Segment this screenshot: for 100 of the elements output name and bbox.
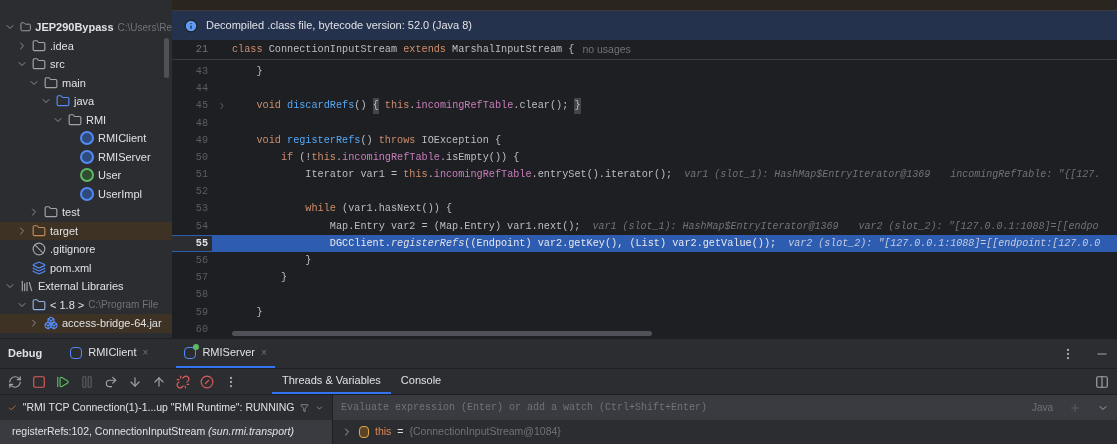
folder-icon — [44, 205, 58, 220]
tree-item[interactable]: External Libraries — [0, 277, 172, 296]
tree-item[interactable]: UserImpl — [0, 184, 172, 203]
tree-item[interactable]: test — [0, 203, 172, 222]
code-token: registerRefs — [390, 236, 465, 251]
line-number: 60 — [194, 322, 209, 337]
tree-label: User — [98, 168, 122, 183]
run-tab[interactable]: RMIServer × — [176, 339, 275, 368]
code-token: registerRefs — [287, 133, 361, 148]
tree-label: RMI — [86, 112, 107, 128]
code-token: Map.Entry var2 = (Map.Entry) var1.next(); — [328, 219, 581, 234]
tree-label: < 1.8 > — [50, 297, 85, 313]
step-over-icon[interactable] — [104, 374, 118, 389]
step-into-icon[interactable] — [128, 374, 142, 389]
tree-item[interactable]: access-bridge-64.jar — [0, 314, 172, 333]
tree-label: RMIClient — [98, 131, 147, 146]
variable-value: {ConnectionInputStream@1084} — [409, 424, 561, 440]
line-number: 57 — [194, 271, 209, 286]
tree-label: target — [50, 223, 79, 239]
code-token: DGCClient. — [328, 236, 391, 251]
inline-value-hint: var2 (slot_2): "[127.0.0.1:1088]=[[endpoint:[127.0.0 — [788, 236, 1101, 251]
code-token: incomingRefTable — [415, 99, 514, 114]
tree-label: src — [50, 57, 65, 72]
code-token: (var1.hasNext()) { — [342, 202, 453, 217]
code-token: (! — [299, 150, 312, 165]
tree-item[interactable]: target — [0, 221, 172, 240]
code-token: IOException { — [421, 133, 502, 148]
pause-icon[interactable] — [80, 374, 94, 389]
library-icon — [20, 279, 34, 294]
scrollbar[interactable] — [164, 38, 169, 78]
code-token: this — [311, 150, 336, 165]
run-tab[interactable]: RMIClient × — [62, 339, 157, 368]
tree-item[interactable]: .idea — [0, 36, 172, 55]
tree-label: External Libraries — [38, 279, 124, 294]
code-token: discardRefs — [287, 99, 355, 114]
code-token: class — [232, 42, 264, 57]
class-icon — [80, 149, 94, 164]
tree-label: access-bridge-64.jar — [62, 316, 162, 331]
tree-item[interactable]: src — [0, 55, 172, 74]
tree-label: .idea — [50, 38, 74, 54]
inline-value-hint: var1 (slot_1): HashMap$EntryIterator@1369 — [592, 219, 839, 234]
code-token: Iterator var1 = — [304, 168, 399, 183]
line-number: 48 — [194, 116, 209, 131]
code-token: void — [255, 99, 282, 114]
equals-sign: = — [397, 424, 404, 440]
tree-item[interactable]: RMIServer — [0, 147, 172, 166]
code-token: this — [383, 99, 410, 114]
banner-text: Decompiled .class file, bytecode version: 52.0 (Java 8) — [206, 18, 472, 34]
line-number: 43 — [194, 64, 209, 79]
folder-icon — [44, 75, 58, 90]
horizontal-scrollbar[interactable] — [232, 331, 652, 336]
tree-item[interactable]: < 1.8 > C:\Program File — [0, 295, 172, 314]
stop-icon[interactable] — [32, 374, 46, 389]
tree-item[interactable]: JEP290Bypass C:\Users\Re — [0, 18, 172, 37]
code-token: } — [255, 305, 263, 320]
line-number: 54 — [194, 219, 209, 234]
path-hint: C:\Users\Re — [117, 20, 172, 35]
code-token: } — [279, 271, 288, 286]
tree-item[interactable]: .gitignore — [0, 240, 172, 259]
interface-icon — [80, 168, 94, 183]
tree-label: JEP290Bypass — [35, 20, 114, 35]
resume-icon[interactable] — [56, 374, 70, 389]
rerun-icon[interactable] — [8, 374, 22, 389]
tree-item[interactable]: User — [0, 166, 172, 185]
code-token: while — [304, 202, 337, 217]
code-token: if — [279, 150, 295, 165]
tree-label: RMIServer — [98, 149, 151, 165]
line-number: 52 — [194, 185, 209, 200]
variable-row[interactable]: this = {ConnectionInputStream@1084} — [333, 420, 1117, 444]
tree-label: .gitignore — [50, 242, 96, 257]
variable-name: this — [375, 424, 392, 440]
tree-item[interactable]: RMIClient — [0, 129, 172, 148]
line-number: 45 — [194, 99, 209, 114]
line-number: 58 — [194, 288, 209, 303]
debug-tab[interactable]: Console — [390, 369, 452, 394]
inline-value-hint: var2 (slot_2): "[127.0.0.1:1088]=[[endpo — [858, 219, 1099, 234]
usages-hint: no usages — [582, 41, 631, 57]
tree-item[interactable]: main — [0, 73, 172, 92]
layout-icon[interactable] — [1095, 374, 1109, 389]
code-token: ((Endpoint) var2.getKey(), (List) var2.getValue()); — [464, 236, 777, 251]
panel-title: Debug — [8, 346, 43, 362]
code-token: void — [255, 133, 282, 148]
line-number: 44 — [194, 82, 209, 97]
step-out-icon[interactable] — [152, 374, 166, 389]
tree-item[interactable]: java — [0, 92, 172, 111]
line-number: 49 — [194, 133, 209, 148]
code-token: . — [335, 150, 343, 165]
fold-icon[interactable] — [217, 100, 227, 111]
tree-item[interactable]: pom.xml — [0, 258, 172, 277]
code-token: } — [574, 98, 581, 114]
filter-icon[interactable] — [300, 401, 310, 414]
tree-item[interactable]: RMI — [0, 110, 172, 129]
code-token: () — [354, 99, 368, 114]
stack-frame[interactable]: registerRefs:102, ConnectionInputStream (sun.rmi.transport) — [0, 420, 332, 444]
line-number: 21 — [194, 42, 209, 57]
line-number: 53 — [194, 202, 209, 217]
class-icon — [80, 186, 94, 201]
sdk-folder-icon — [32, 297, 46, 312]
code-token: MarshalInputStream { — [452, 42, 575, 57]
add-watch-icon[interactable] — [1069, 401, 1081, 414]
